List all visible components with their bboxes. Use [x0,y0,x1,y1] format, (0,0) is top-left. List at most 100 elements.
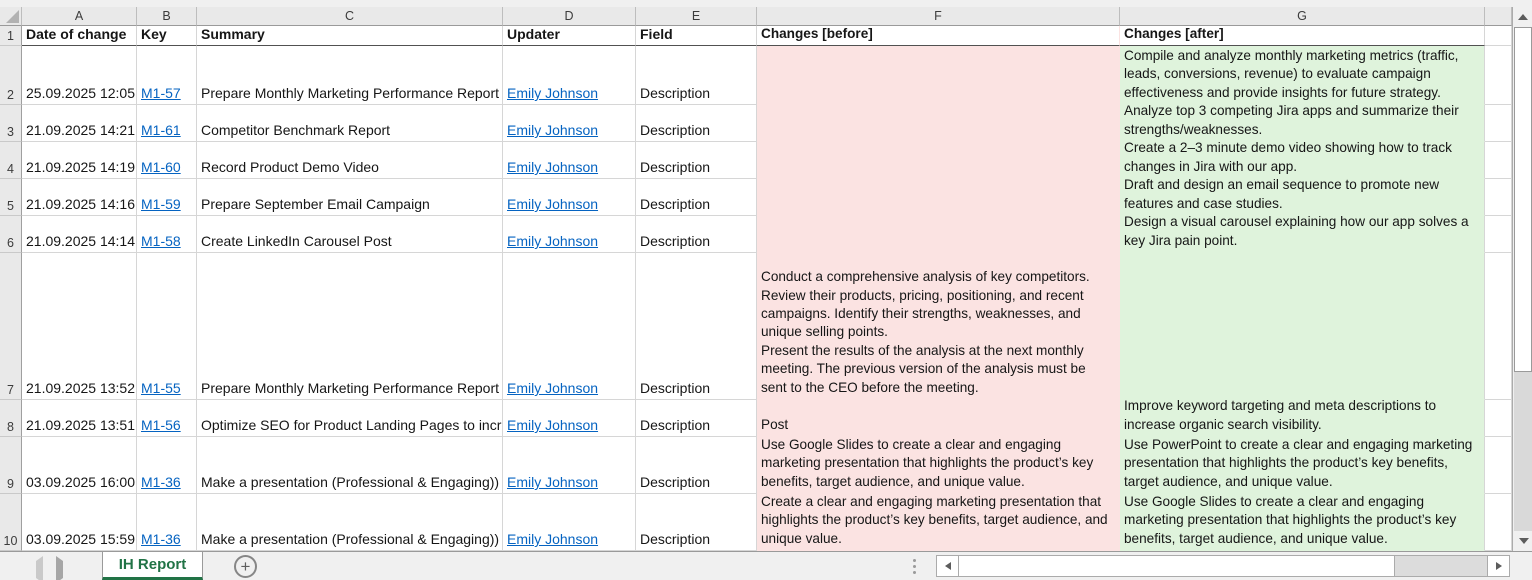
cell-changes-before[interactable]: Create a clear and engaging marketing pr… [757,494,1120,551]
cell-field[interactable]: Description [636,46,757,105]
cell-changes-after[interactable]: Create a 2–3 minute demo video showing h… [1120,142,1485,179]
field-header-a[interactable]: Date of change [22,26,137,46]
cell-date-of-change[interactable]: 03.09.2025 16:00 [22,437,137,494]
cell-summary[interactable]: Competitor Benchmark Report [197,105,503,142]
vertical-scrollbar-thumb[interactable] [1514,27,1532,372]
cell-field[interactable]: Description [636,494,757,551]
cell-changes-after[interactable]: Improve keyword targeting and meta descr… [1120,400,1485,437]
key-link[interactable]: M1-59 [141,196,193,213]
key-link[interactable]: M1-56 [141,417,193,434]
cell-updater[interactable]: Emily Johnson [503,142,636,179]
cell-empty[interactable] [1485,142,1512,179]
cell-key[interactable]: M1-61 [137,105,197,142]
updater-link[interactable]: Emily Johnson [507,417,632,434]
cell-changes-after[interactable]: Compile and analyze monthly marketing me… [1120,46,1485,105]
cell-changes-before[interactable] [757,105,1120,142]
cell-changes-after[interactable]: Analyze top 3 competing Jira apps and su… [1120,105,1485,142]
cell-summary[interactable]: Make a presentation (Professional & Enga… [197,437,503,494]
cell-updater[interactable]: Emily Johnson [503,494,636,551]
vertical-scrollbar[interactable] [1512,7,1532,551]
scroll-left-button[interactable] [937,556,959,576]
field-header-b[interactable]: Key [137,26,197,46]
updater-link[interactable]: Emily Johnson [507,85,632,102]
column-header-a[interactable]: A [22,7,137,26]
cell-summary[interactable]: Optimize SEO for Product Landing Pages t… [197,400,503,437]
row-number[interactable]: 7 [0,253,22,400]
cell-empty[interactable] [1485,253,1512,400]
cell-summary[interactable]: Record Product Demo Video [197,142,503,179]
cell-empty[interactable] [1485,26,1512,46]
cell-key[interactable]: M1-36 [137,494,197,551]
cell-summary[interactable]: Create LinkedIn Carousel Post [197,216,503,253]
updater-link[interactable]: Emily Johnson [507,474,632,491]
cell-empty[interactable] [1485,437,1512,494]
cell-key[interactable]: M1-57 [137,46,197,105]
cell-updater[interactable]: Emily Johnson [503,400,636,437]
cell-changes-before[interactable] [757,142,1120,179]
row-number[interactable]: 3 [0,105,22,142]
row-number[interactable]: 4 [0,142,22,179]
row-number[interactable]: 2 [0,46,22,105]
key-link[interactable]: M1-61 [141,122,193,139]
field-header-f[interactable]: Changes [before] [757,26,1120,46]
row-number[interactable]: 5 [0,179,22,216]
row-number[interactable]: 9 [0,437,22,494]
cell-key[interactable]: M1-60 [137,142,197,179]
updater-link[interactable]: Emily Johnson [507,122,632,139]
cell-date-of-change[interactable]: 21.09.2025 13:52 [22,253,137,400]
cell-updater[interactable]: Emily Johnson [503,179,636,216]
row-number[interactable]: 10 [0,494,22,551]
cell-changes-before[interactable]: Post [757,400,1120,437]
cell-empty[interactable] [1485,46,1512,105]
cell-changes-before[interactable] [757,216,1120,253]
cell-date-of-change[interactable]: 21.09.2025 14:14 [22,216,137,253]
row-number[interactable]: 1 [0,26,22,46]
cell-field[interactable]: Description [636,179,757,216]
cell-changes-before[interactable] [757,179,1120,216]
cell-date-of-change[interactable]: 21.09.2025 13:51 [22,400,137,437]
horizontal-scrollbar-thumb[interactable] [959,556,1395,576]
vertical-scrollbar-track[interactable] [1514,372,1532,531]
cell-summary[interactable]: Prepare September Email Campaign [197,179,503,216]
scroll-right-button[interactable] [1487,556,1509,576]
updater-link[interactable]: Emily Johnson [507,196,632,213]
cell-empty[interactable] [1485,179,1512,216]
column-header-partial[interactable] [1485,7,1512,26]
cell-date-of-change[interactable]: 03.09.2025 15:59 [22,494,137,551]
updater-link[interactable]: Emily Johnson [507,159,632,176]
cell-empty[interactable] [1485,494,1512,551]
cell-date-of-change[interactable]: 21.09.2025 14:21 [22,105,137,142]
key-link[interactable]: M1-36 [141,474,193,491]
cell-updater[interactable]: Emily Johnson [503,46,636,105]
cell-changes-after[interactable]: Use Google Slides to create a clear and … [1120,494,1485,551]
column-header-b[interactable]: B [137,7,197,26]
scroll-up-button[interactable] [1513,7,1532,27]
key-link[interactable]: M1-58 [141,233,193,250]
cell-updater[interactable]: Emily Johnson [503,105,636,142]
field-header-g[interactable]: Changes [after] [1120,26,1485,46]
cell-key[interactable]: M1-59 [137,179,197,216]
cell-changes-after[interactable]: Use PowerPoint to create a clear and eng… [1120,437,1485,494]
cell-date-of-change[interactable]: 21.09.2025 14:19 [22,142,137,179]
scrollbar-resize-grip[interactable] [913,559,917,574]
updater-link[interactable]: Emily Johnson [507,233,632,250]
cell-summary[interactable]: Make a presentation (Professional & Enga… [197,494,503,551]
horizontal-scrollbar[interactable] [936,555,1510,577]
cell-changes-before[interactable]: Conduct a comprehensive analysis of key … [757,253,1120,400]
updater-link[interactable]: Emily Johnson [507,380,632,397]
column-header-c[interactable]: C [197,7,503,26]
cell-changes-before[interactable]: Use Google Slides to create a clear and … [757,437,1120,494]
cell-key[interactable]: M1-55 [137,253,197,400]
key-link[interactable]: M1-55 [141,380,193,397]
key-link[interactable]: M1-57 [141,85,193,102]
cell-field[interactable]: Description [636,437,757,494]
cell-empty[interactable] [1485,400,1512,437]
cell-empty[interactable] [1485,105,1512,142]
key-link[interactable]: M1-36 [141,531,193,548]
key-link[interactable]: M1-60 [141,159,193,176]
cell-date-of-change[interactable]: 21.09.2025 14:16 [22,179,137,216]
row-number[interactable]: 8 [0,400,22,437]
add-sheet-button[interactable]: + [234,555,257,578]
cell-summary[interactable]: Prepare Monthly Marketing Performance Re… [197,46,503,105]
cell-field[interactable]: Description [636,400,757,437]
